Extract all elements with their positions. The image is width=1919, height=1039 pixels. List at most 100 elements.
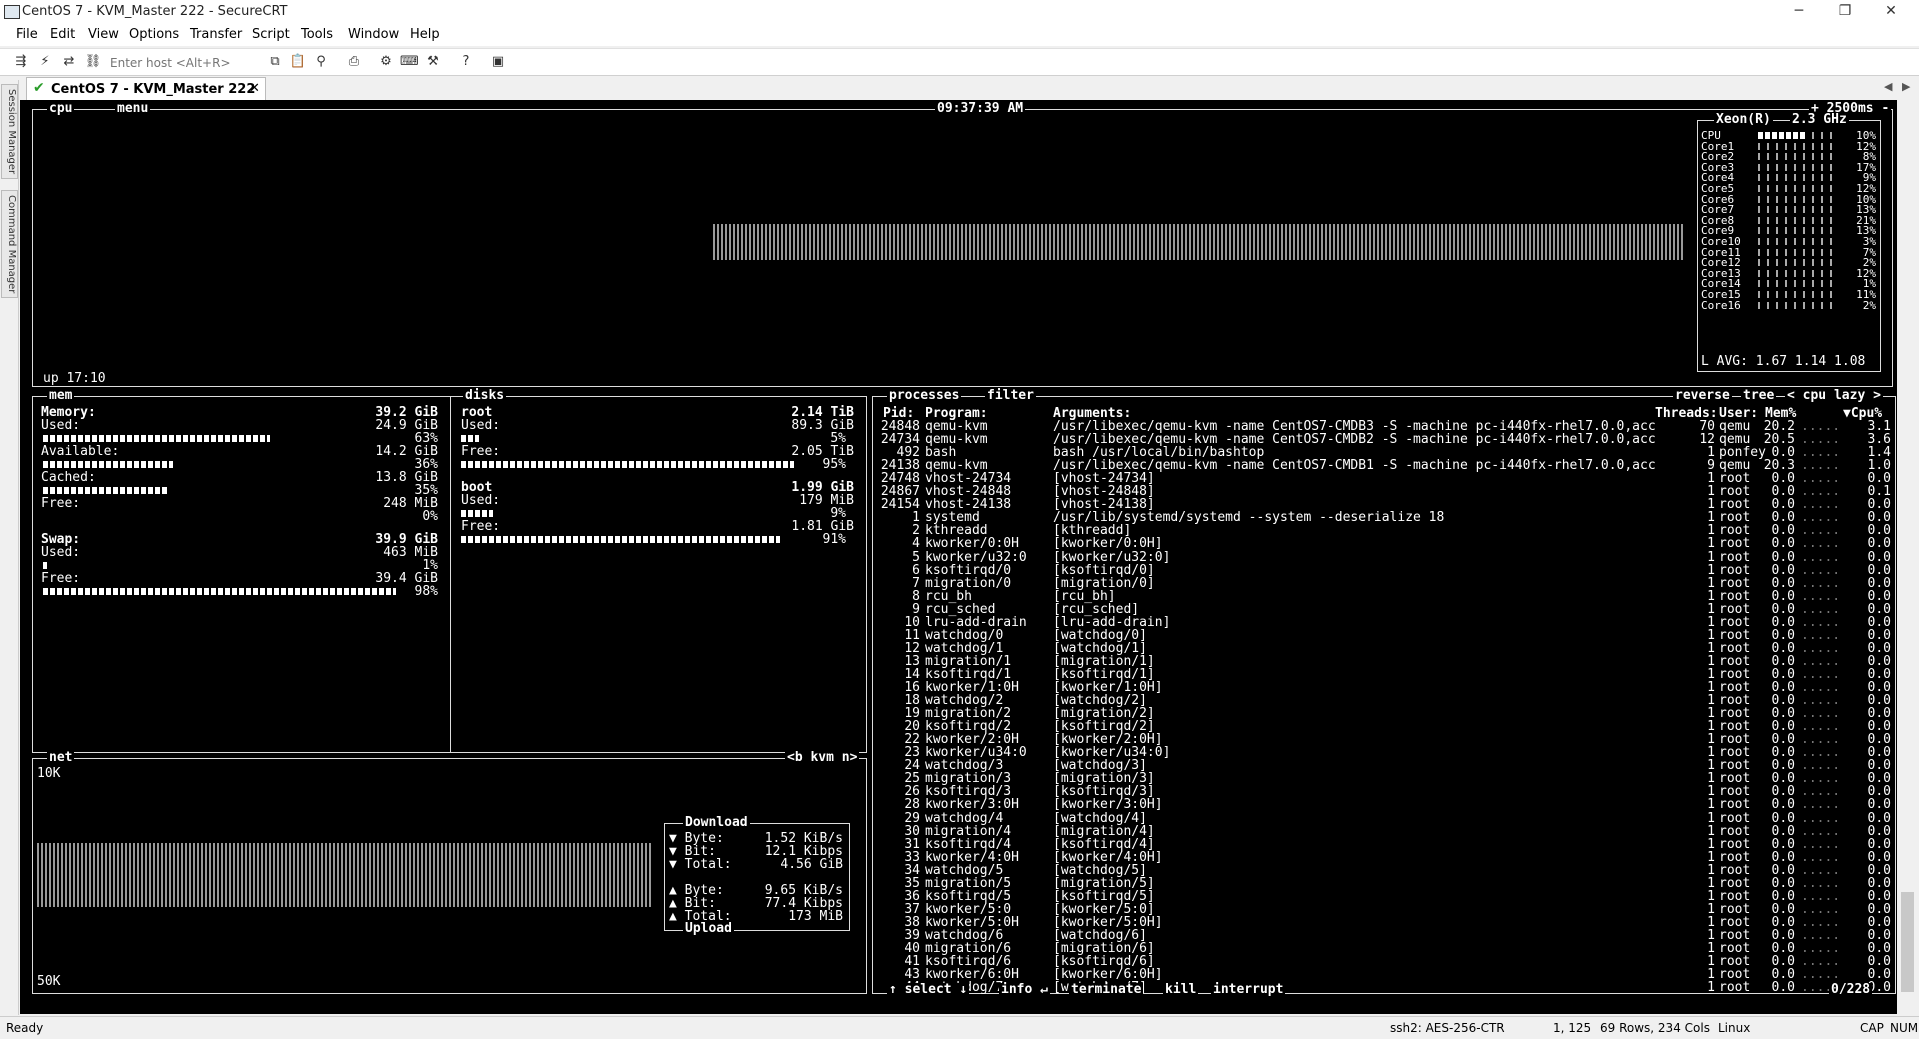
host-input[interactable] [108,53,262,73]
process-row[interactable]: 26 ksoftirqd/3 [ksoftirqd/3] 1 root 0.0..... 0… [873,785,1895,798]
process-row[interactable]: 31 ksoftirqd/4 [ksoftirqd/4] 1 root 0.0..... 0… [873,838,1895,851]
process-row[interactable]: 39 watchdog/6 [watchdog/6] 1 root 0.0..... 0.0 [873,929,1895,942]
process-row[interactable]: 24748 vhost-24734 [vhost-24734] 1 root 0.0...… [873,472,1895,485]
process-row[interactable]: 28 kworker/3:0H [kworker/3:0H] 1 root 0.0....… [873,798,1895,811]
menu-help[interactable]: Help [410,27,440,42]
process-arguments: [kworker/4:0H] [1053,849,1163,865]
process-row[interactable]: 18 watchdog/2 [watchdog/2] 1 root 0.0..... 0.0 [873,694,1895,707]
process-row[interactable]: 24848 qemu-kvm/usr/libexec/qemu-kvm -name… [873,420,1895,433]
process-row[interactable]: 33 kworker/4:0H [kworker/4:0H] 1 root 0.0....… [873,851,1895,864]
process-row[interactable]: 30 migration/4 [migration/4] 1 root 0.0..... 0… [873,825,1895,838]
select-hint[interactable]: ↑ select ↓ [887,983,970,997]
process-row[interactable]: 23 kworker/u34:0 [kworker/u34:0] 1 root 0.0..… [873,746,1895,759]
process-pid: 34 [904,862,920,878]
vertical-scrollbar[interactable] [1897,100,1919,1014]
process-cpu-graph: ..... [1801,784,1841,800]
reverse-button[interactable]: reverse [1673,389,1732,403]
process-row[interactable]: 11 watchdog/0 [watchdog/0] 1 root 0.0..... 0.0 [873,629,1895,642]
process-pid: 6 [912,562,920,578]
process-row[interactable]: 38 kworker/5:0H [kworker/5:0H] 1 root 0.0....… [873,916,1895,929]
close-window-button[interactable]: ✕ [1868,0,1914,24]
process-row[interactable]: 37 kworker/5:0 [kworker/5:0] 1 root 0.0..... 0… [873,903,1895,916]
process-row[interactable]: 7 migration/0 [migration/0] 1 root 0.0..... 0.… [873,577,1895,590]
process-pid: 8 [912,588,920,604]
tab-scroll-left-icon[interactable]: ◀ [1884,80,1892,93]
process-row[interactable]: 41 ksoftirqd/6 [ksoftirqd/6] 1 root 0.0..... 0… [873,955,1895,968]
menu-tools[interactable]: Tools [301,27,333,42]
command-manager-tab[interactable]: Command Manager [1,190,18,299]
menu-view[interactable]: View [88,27,119,42]
copy-icon[interactable]: ⧉ [266,53,284,71]
reconnect-icon[interactable]: ⇄ [60,53,78,71]
process-row[interactable]: 34 watchdog/5 [watchdog/5] 1 root 0.0..... 0.0 [873,864,1895,877]
process-row[interactable]: 24867 vhost-24848 [vhost-24848] 1 root 0.0...… [873,485,1895,498]
process-threads: 1 [1707,810,1715,826]
process-row[interactable]: 24 watchdog/3 [watchdog/3] 1 root 0.0..... 0.0 [873,759,1895,772]
process-row[interactable]: 9 rcu_sched [rcu_sched] 1 root 0.0..... 0.0 [873,603,1895,616]
menu-file[interactable]: File [16,27,38,42]
process-row[interactable]: 29 watchdog/4 [watchdog/4] 1 root 0.0..... 0.0 [873,812,1895,825]
process-row[interactable]: 36 ksoftirqd/5 [ksoftirqd/5] 1 root 0.0..... 0… [873,890,1895,903]
net-interface[interactable]: <b kvm n> [785,751,860,765]
session-tab[interactable]: ✔ CentOS 7 - KVM_Master 222 ✕ [26,77,266,100]
cpu-menu[interactable]: menu [115,102,151,116]
process-row[interactable]: 6 ksoftirqd/0 [ksoftirqd/0] 1 root 0.0..... 0.… [873,564,1895,577]
menu-transfer[interactable]: Transfer [190,27,242,42]
process-row[interactable]: 22 kworker/2:0H [kworker/2:0H] 1 root 0.0....… [873,733,1895,746]
tab-scroll-right-icon[interactable]: ▶ [1902,80,1910,93]
process-row[interactable]: 492 bash bash /usr/local/bin/bashtop 1 ponfe… [873,446,1895,459]
help-icon[interactable]: ? [457,53,475,71]
process-user: root [1719,849,1751,865]
process-threads: 1 [1707,745,1715,761]
process-row[interactable]: 5 kworker/u32:0 [kworker/u32:0] 1 root 0.0...… [873,551,1895,564]
screen-icon[interactable]: ▣ [489,53,507,71]
process-row[interactable]: 20 ksoftirqd/2 [ksoftirqd/2] 1 root 0.0..... 0… [873,720,1895,733]
tree-button[interactable]: tree [1741,389,1777,403]
terminal-screen[interactable]: cpu menu 09:37:39 AM + 2500ms - up 17:10… [20,100,1897,1014]
restore-button[interactable]: ❐ [1822,0,1868,24]
process-row[interactable]: 16 kworker/1:0H [kworker/1:0H] 1 root 0.0....… [873,681,1895,694]
sort-selector[interactable]: < cpu lazy > [1785,389,1883,403]
scrollbar-thumb[interactable] [1901,892,1914,992]
find-icon[interactable]: ⚲ [312,53,330,71]
process-row[interactable]: 1 systemd/usr/lib/systemd/systemd --syste… [873,511,1895,524]
process-row[interactable]: 19 migration/2 [migration/2] 1 root 0.0..... 0… [873,707,1895,720]
process-row[interactable]: 8 rcu_bh [rcu_bh] 1 root 0.0..... 0.0 [873,590,1895,603]
connect-icon[interactable]: ⇶ [12,53,30,71]
process-mem: 0.0 [1771,980,1795,996]
process-row[interactable]: 43 kworker/6:0H [kworker/6:0H] 1 root 0.0....… [873,968,1895,981]
process-row[interactable]: 40 migration/6 [migration/6] 1 root 0.0..... 0… [873,942,1895,955]
process-row[interactable]: 14 ksoftirqd/1 [ksoftirqd/1] 1 root 0.0..... 0… [873,668,1895,681]
process-row[interactable]: 10 lru-add-drain [lru-add-drain] 1 root 0.0..… [873,616,1895,629]
session-manager-tab[interactable]: Session Manager [1,84,18,180]
terminate-button[interactable]: terminate [1069,983,1144,997]
menu-window[interactable]: Window [348,27,399,42]
mem-usage-bar [43,461,173,468]
process-row[interactable]: 25 migration/3 [migration/3] 1 root 0.0..... 0… [873,772,1895,785]
link-icon[interactable]: ⛓ [84,53,102,71]
process-row[interactable]: 35 migration/5 [migration/5] 1 root 0.0..... 0… [873,877,1895,890]
paste-icon[interactable]: 📋 [289,53,307,71]
print-icon[interactable]: ⎙ [345,53,363,71]
process-row[interactable]: 2 kthreadd [kthreadd] 1 root 0.0..... 0.0 [873,524,1895,537]
process-row[interactable]: 12 watchdog/1 [watchdog/1] 1 root 0.0..... 0.0 [873,642,1895,655]
kill-button[interactable]: kill [1163,983,1199,997]
info-button[interactable]: info ↵ [999,983,1050,997]
interrupt-button[interactable]: interrupt [1211,983,1286,997]
process-row[interactable]: 24138 qemu-kvm/usr/libexec/qemu-kvm -name… [873,459,1895,472]
process-row[interactable]: 24734 qemu-kvm/usr/libexec/qemu-kvm -name… [873,433,1895,446]
minimize-button[interactable]: ─ [1776,0,1822,24]
process-threads: 1 [1707,875,1715,891]
tools-icon[interactable]: ⚒ [424,53,442,71]
menu-edit[interactable]: Edit [50,27,75,42]
filter-button[interactable]: filter [985,389,1036,403]
gear-icon[interactable]: ⚙ [377,53,395,71]
keymap-icon[interactable]: ⌨ [400,53,419,71]
process-row[interactable]: 24154 vhost-24138 [vhost-24138] 1 root 0.0...… [873,498,1895,511]
quick-connect-icon[interactable]: ⚡ [36,53,54,71]
process-row[interactable]: 13 migration/1 [migration/1] 1 root 0.0..... 0… [873,655,1895,668]
close-tab-icon[interactable]: ✕ [249,81,260,96]
menu-script[interactable]: Script [252,27,290,42]
menu-options[interactable]: Options [129,27,179,42]
process-row[interactable]: 4 kworker/0:0H [kworker/0:0H] 1 root 0.0.....… [873,537,1895,550]
